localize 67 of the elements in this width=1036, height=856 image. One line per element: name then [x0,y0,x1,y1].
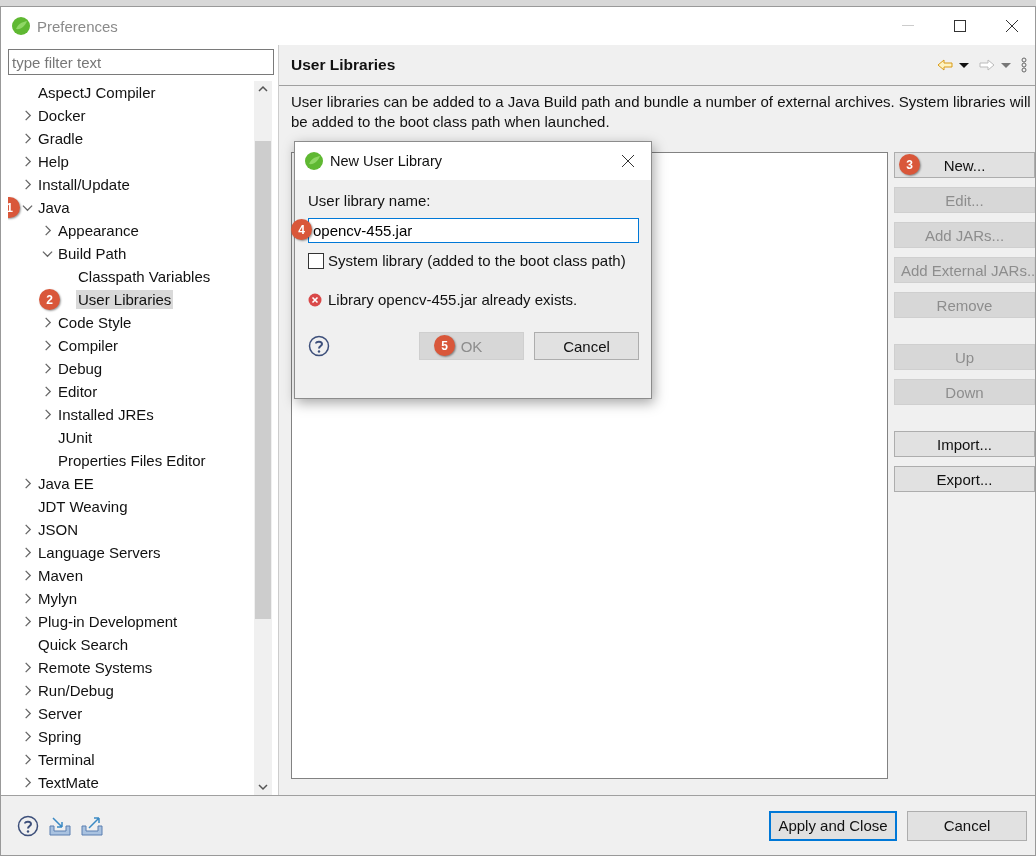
action-button[interactable]: 3 New... [894,152,1035,178]
tree-item[interactable]: Language Servers [36,543,163,562]
tree-item[interactable]: Gradle [36,129,86,148]
import-icon[interactable] [49,815,71,836]
tree-item[interactable]: Java EE [36,474,96,493]
checkbox[interactable] [308,252,324,269]
tree-item[interactable]: Build Path [56,244,129,263]
tree-item[interactable]: Docker [36,106,88,125]
tree-item[interactable]: AspectJ Compiler [36,83,158,102]
tree-item[interactable]: Maven [36,566,86,585]
library-name-field[interactable]: opencv-455.jar [308,218,639,243]
error-icon [308,292,322,307]
tree-item[interactable]: JSON [36,520,80,539]
window-title: Preferences [37,17,119,35]
page-title: User Libraries [291,56,397,74]
scroll-down-icon[interactable] [258,783,268,791]
field-label: User library name: [308,192,432,209]
spring-logo-icon [304,151,324,171]
step-badge: 5 [434,335,455,356]
help-icon[interactable] [17,814,39,837]
footer-button[interactable]: Cancel [907,810,1027,841]
tree-item[interactable]: Run/Debug [36,681,116,700]
close-icon[interactable] [622,155,634,167]
action-button[interactable]: Import... [894,431,1035,457]
tree-item[interactable]: Spring [36,727,84,746]
tree-item[interactable]: Server [36,704,85,723]
error-message: Library opencv-455.jar already exists. [328,291,578,308]
tree-item[interactable]: Install/Update [36,175,132,194]
tree-item[interactable]: Java [36,198,72,217]
tree-item[interactable]: Appearance [56,221,141,240]
action-button[interactable]: Export... [894,466,1035,492]
step-badge: 2 [39,289,60,310]
close-icon[interactable] [1006,20,1018,32]
chevron-down-icon[interactable] [41,248,53,259]
tree-item[interactable]: JUnit [56,428,95,447]
tree-item[interactable]: Compiler [56,336,120,355]
tree-item[interactable]: Plug-in Development [36,612,180,631]
scrollbar[interactable] [254,81,272,795]
tree-item[interactable]: Classpath Variables [76,267,213,286]
tree-item[interactable]: Editor [56,382,100,401]
checkbox-label[interactable]: System library (added to the boot class path) [328,252,626,269]
tree-item[interactable]: Quick Search [36,635,131,654]
step-badge: 3 [899,154,920,175]
tree-item[interactable]: Mylyn [36,589,80,608]
tree-item[interactable]: TextMate [36,773,101,792]
page-description: User libraries can be added to a Java Build path and bundle a number of external archives. System libraries will be added to the boot class path when launched. [291,92,1032,132]
tree-item[interactable]: Properties Files Editor [56,451,208,470]
tree-item[interactable]: Code Style [56,313,134,332]
maximize-icon[interactable] [954,20,966,32]
filter-field[interactable]: type filter text [8,49,274,75]
tree-item[interactable]: User Libraries [76,290,174,309]
help-icon[interactable] [308,335,330,357]
export-icon[interactable] [81,815,103,836]
spring-logo-icon [11,16,31,36]
scroll-up-icon[interactable] [258,85,268,93]
tree-item[interactable]: Help [36,152,71,171]
dropdown-icon[interactable] [957,61,971,69]
dialog-title: New User Library [330,153,443,169]
tree-item[interactable]: Installed JREs [56,405,156,424]
chevron-down-icon[interactable] [21,202,33,213]
dialog-button[interactable]: Cancel [534,332,639,360]
tree-item[interactable]: Remote Systems [36,658,155,677]
menu-icon[interactable] [1021,57,1027,73]
tree-item[interactable]: JDT Weaving [36,497,130,516]
tree-item[interactable]: Terminal [36,750,97,769]
footer-button[interactable]: Apply and Close [769,810,897,841]
tree-item[interactable]: Debug [56,359,105,378]
